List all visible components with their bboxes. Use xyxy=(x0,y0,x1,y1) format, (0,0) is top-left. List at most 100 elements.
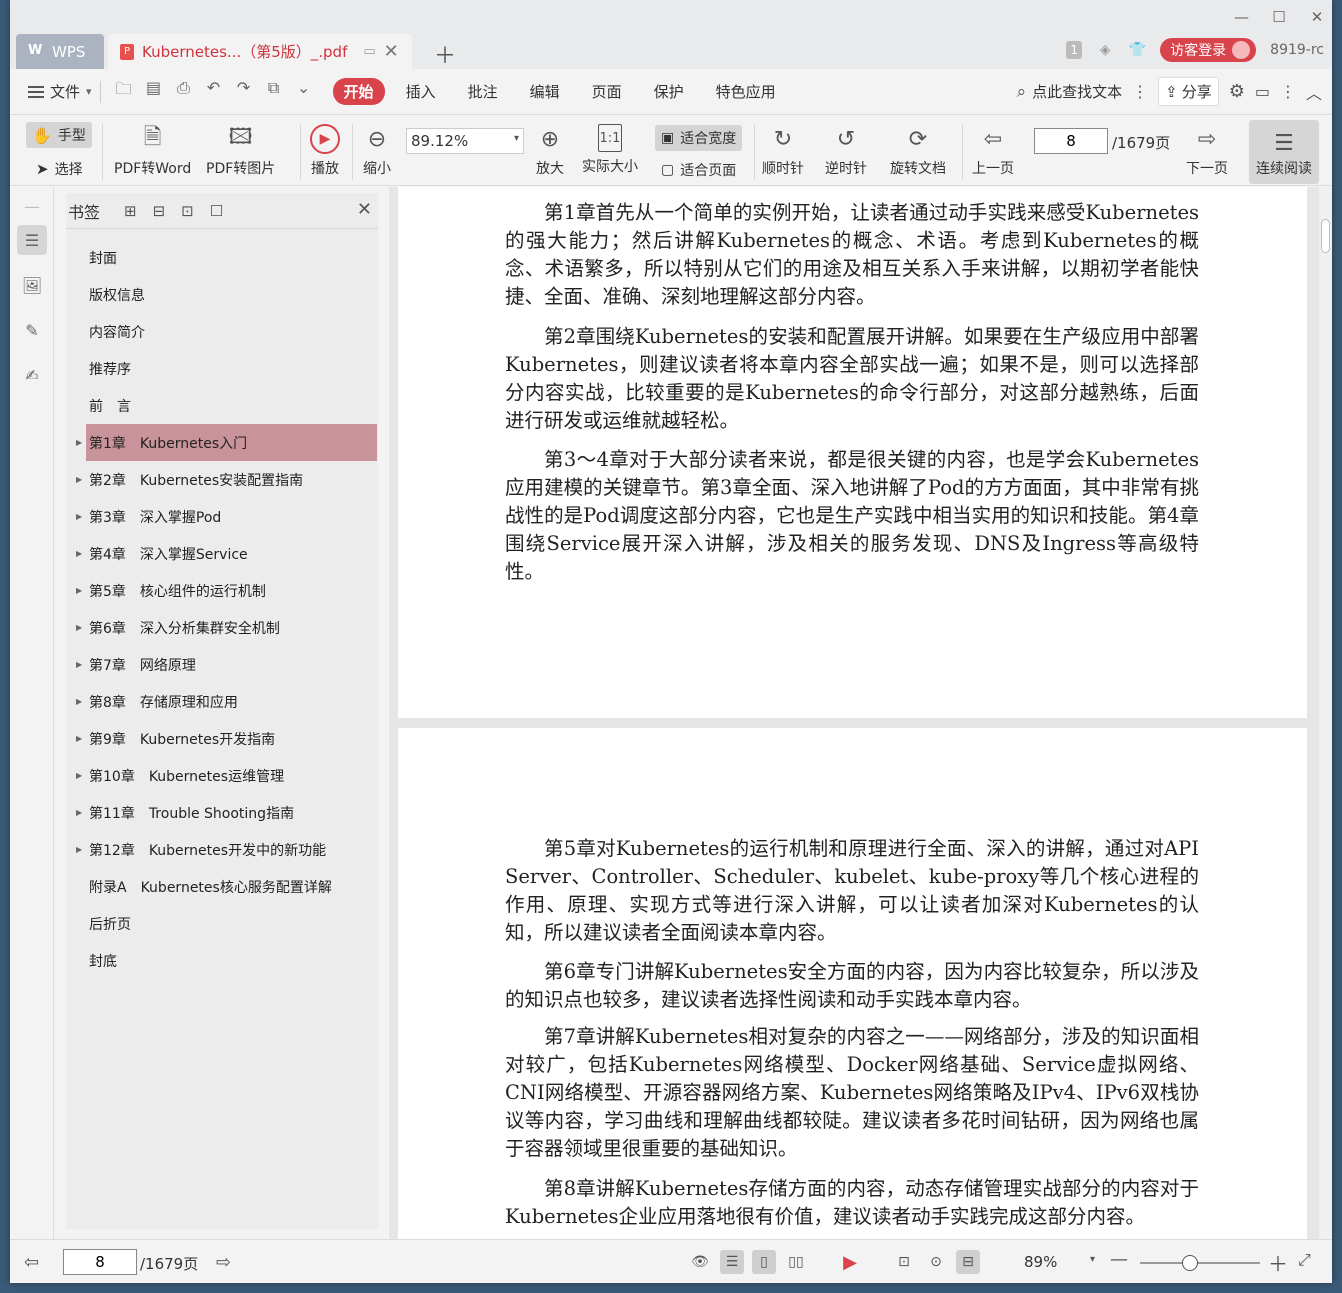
open-folder-icon[interactable]: 🗀 xyxy=(115,78,133,105)
bookmark-item[interactable]: ▶ 第6章 深入分析集群安全机制 xyxy=(66,609,378,646)
window-count-badge[interactable]: 1 xyxy=(1066,41,1083,59)
document-view[interactable]: 第1章首先从一个简单的实例开始，让读者通过动手实践来感受Kubernetes的强… xyxy=(389,187,1319,1239)
rotate-clockwise-button[interactable]: ↻ 顺时针 xyxy=(762,124,804,178)
prev-page-button[interactable]: ⇦ 上一页 xyxy=(972,124,1014,178)
continuous-view-icon[interactable]: ☰ xyxy=(720,1250,744,1274)
tab-edit[interactable]: 编辑 xyxy=(519,78,571,105)
bookmark-item[interactable]: 封面 xyxy=(66,239,378,276)
minimize-icon[interactable]: — xyxy=(1234,8,1249,26)
close-panel-icon[interactable]: ✕ xyxy=(357,199,372,220)
status-next-page-icon[interactable]: ⇨ xyxy=(216,1252,231,1273)
find-text-button[interactable]: ⌕ 点此查找文本 xyxy=(1017,81,1123,102)
zoom-select[interactable]: 89.12% xyxy=(406,128,524,154)
pdf-to-image-button[interactable]: 🖾 PDF转图片 xyxy=(206,124,275,178)
expand-arrow-icon[interactable]: ▶ xyxy=(76,660,82,669)
maximize-icon[interactable]: ☐ xyxy=(1272,8,1286,26)
zoom-out-button[interactable]: ⊖ 缩小 xyxy=(362,124,392,178)
continuous-reading-button[interactable]: ☰ 连续阅读 xyxy=(1249,120,1319,184)
bookmark-item[interactable]: ▶ 第11章 Trouble Shooting指南 xyxy=(66,794,378,831)
bookmark-item[interactable]: 推荐序 xyxy=(66,350,378,387)
pdf-to-word-button[interactable]: 🗎 PDF转Word xyxy=(114,124,191,178)
actual-size-button[interactable]: 1:1 实际大小 xyxy=(582,124,638,176)
close-tab-icon[interactable]: ✕ xyxy=(384,41,399,62)
expand-arrow-icon[interactable]: ▶ xyxy=(76,512,82,521)
status-page-input[interactable]: 8 xyxy=(63,1249,137,1275)
bookmark-item[interactable]: 前 言 xyxy=(66,387,378,424)
shirt-icon[interactable]: 👕 xyxy=(1128,41,1146,59)
expand-arrow-icon[interactable]: ▶ xyxy=(76,623,82,632)
hand-tool-button[interactable]: ✋ 手型 xyxy=(26,122,92,148)
next-page-button[interactable]: ⇨ 下一页 xyxy=(1186,124,1228,178)
single-page-icon[interactable]: ▯ xyxy=(752,1250,776,1274)
zoom-in-button[interactable]: ⊕ 放大 xyxy=(535,124,565,178)
expand-arrow-icon[interactable]: ▶ xyxy=(76,808,82,817)
bookmark-item[interactable]: ▶ 第3章 深入掌握Pod xyxy=(66,498,378,535)
message-icon[interactable]: ▭ xyxy=(1255,82,1270,101)
bookmark-panel-icon[interactable]: ☰ xyxy=(17,225,47,255)
document-tab[interactable]: P Kubernetes...（第5版）_.pdf ▭ ✕ xyxy=(108,34,412,69)
bookmark-item[interactable]: ▶ 第9章 Kubernetes开发指南 xyxy=(66,720,378,757)
zoom-minus-icon[interactable]: — xyxy=(1110,1249,1128,1270)
file-menu[interactable]: 文件 ▾ xyxy=(28,81,92,102)
new-tab-icon[interactable]: ＋ xyxy=(434,38,456,70)
expand-arrow-icon[interactable]: ▶ xyxy=(76,549,82,558)
bookmark-item[interactable]: 内容简介 xyxy=(66,313,378,350)
rotate-document-button[interactable]: ⟳ 旋转文档 xyxy=(890,124,946,178)
tab-page[interactable]: 页面 xyxy=(581,78,633,105)
zoom-plus-icon[interactable]: ＋ xyxy=(1268,1248,1288,1277)
bookmark-item[interactable]: 版权信息 xyxy=(66,276,378,313)
bookmark-item[interactable]: ▶ 第1章 Kubernetes入门 xyxy=(76,424,377,461)
tab-features[interactable]: 特色应用 xyxy=(705,78,787,105)
fit-width-icon[interactable]: ⊟ xyxy=(956,1250,980,1274)
status-prev-page-icon[interactable]: ⇦ xyxy=(24,1252,39,1273)
gear-icon[interactable]: ⚙ xyxy=(1229,81,1245,102)
bookmark-item[interactable]: ▶ 第5章 核心组件的运行机制 xyxy=(66,572,378,609)
expand-arrow-icon[interactable]: ▶ xyxy=(76,771,82,780)
tab-insert[interactable]: 插入 xyxy=(395,78,447,105)
bookmark-item[interactable]: 后折页 xyxy=(66,905,378,942)
skin-icon[interactable]: ◈ xyxy=(1096,41,1114,59)
double-page-icon[interactable]: ▯▯ xyxy=(784,1250,808,1274)
expand-arrow-icon[interactable]: ▶ xyxy=(76,845,82,854)
undo-icon[interactable]: ↶ xyxy=(205,78,223,105)
bookmark-item[interactable]: ▶ 第7章 网络原理 xyxy=(66,646,378,683)
page-number-input[interactable]: 8 xyxy=(1034,128,1108,154)
zoom-dropdown-icon[interactable]: ▾ xyxy=(1090,1254,1095,1265)
share-button[interactable]: ⇪ 分享 xyxy=(1158,77,1219,106)
export-icon[interactable]: ⧉ xyxy=(265,78,283,105)
tab-start[interactable]: 开始 xyxy=(332,78,385,105)
expand-arrow-icon[interactable]: ▶ xyxy=(76,697,82,706)
bookmark-item[interactable]: ▶ 第8章 存储原理和应用 xyxy=(66,683,378,720)
fit-width-button[interactable]: ▣ 适合宽度 xyxy=(655,125,743,151)
bookmark-item[interactable]: ▶ 第4章 深入掌握Service xyxy=(66,535,378,572)
scroll-thumb[interactable] xyxy=(1321,219,1330,253)
more-vertical-icon[interactable]: ⋮ xyxy=(1132,82,1148,101)
more-options-icon[interactable]: ⋮ xyxy=(1280,82,1296,101)
signature-icon[interactable]: ✍ xyxy=(17,360,47,390)
redo-icon[interactable]: ↷ xyxy=(235,78,253,105)
play-button[interactable]: ▶ 播放 xyxy=(310,124,340,178)
fit-page-button[interactable]: ▢ 适合页面 xyxy=(655,157,742,183)
tab-protect[interactable]: 保护 xyxy=(643,78,695,105)
play-icon[interactable]: ▶ xyxy=(838,1250,862,1274)
more-chevron-icon[interactable]: ⌄ xyxy=(295,78,313,105)
actual-size-icon[interactable]: ⊡ xyxy=(892,1250,916,1274)
annotation-icon[interactable]: ✎ xyxy=(17,315,47,345)
fullscreen-icon[interactable]: ⤢ xyxy=(1298,1250,1311,1270)
rotate-counter-clockwise-button[interactable]: ↺ 逆时针 xyxy=(825,124,867,178)
monitor-icon[interactable]: ▭ xyxy=(363,44,375,59)
bookmark-item[interactable]: ▶ 第2章 Kubernetes安装配置指南 xyxy=(66,461,378,498)
expand-arrow-icon[interactable]: ▶ xyxy=(76,734,82,743)
bookmark-options-icon[interactable]: ☐ xyxy=(210,202,223,220)
expand-arrow-icon[interactable]: ▶ xyxy=(76,438,82,447)
login-button[interactable]: 访客登录 xyxy=(1160,38,1257,62)
print-icon[interactable]: ⎙ xyxy=(175,78,193,105)
vertical-scrollbar[interactable] xyxy=(1319,187,1332,1239)
close-window-icon[interactable]: ✕ xyxy=(1310,8,1324,26)
zoom-slider[interactable] xyxy=(1140,1255,1260,1271)
eye-protection-icon[interactable]: 👁 xyxy=(688,1250,712,1274)
expand-arrow-icon[interactable]: ▶ xyxy=(76,475,82,484)
thumbnail-icon[interactable]: 🖼 xyxy=(17,270,47,300)
bookmark-item[interactable]: ▶ 第12章 Kubernetes开发中的新功能 xyxy=(66,831,378,868)
zoom-slider-thumb[interactable] xyxy=(1182,1255,1198,1271)
